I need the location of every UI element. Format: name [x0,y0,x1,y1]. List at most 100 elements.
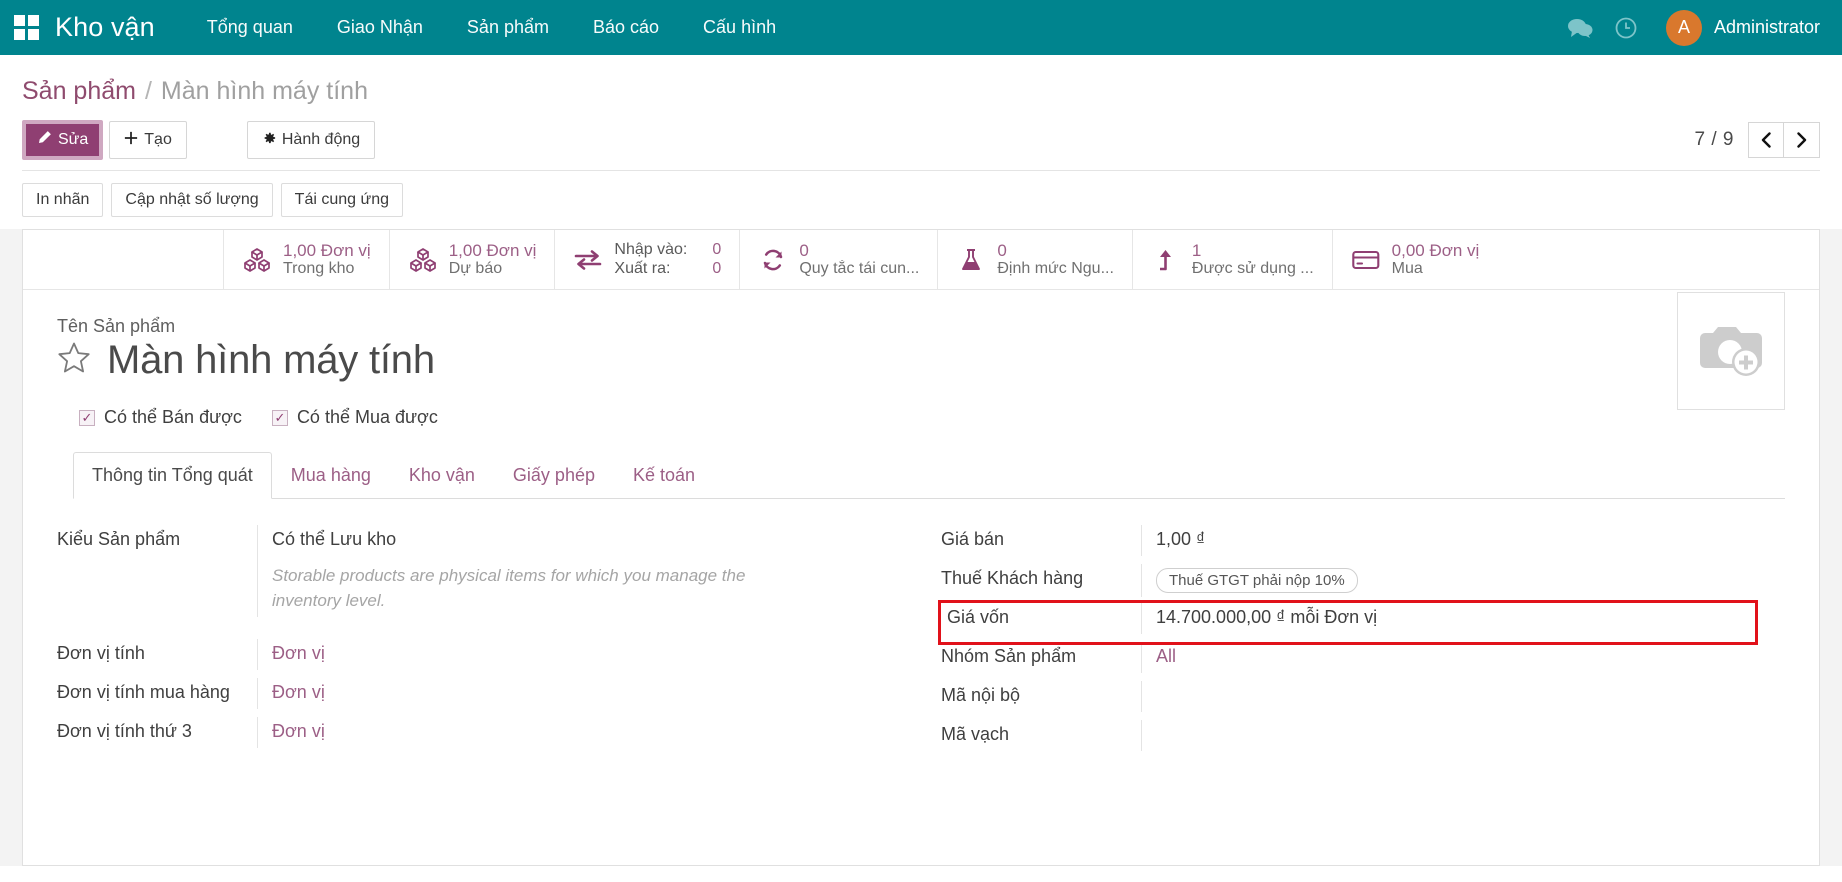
field-label: Đơn vị tính mua hàng [57,678,257,703]
stat-label: Được sử dụng ... [1192,260,1314,278]
checkbox-can-be-sold[interactable]: ✓ Có thể Bán được [79,407,242,428]
stat-value: 0 [997,241,1114,260]
credit-card-icon [1351,249,1381,271]
product-flags: ✓ Có thể Bán được ✓ Có thể Mua được [79,407,1785,428]
boxes-icon [242,248,272,272]
breadcrumb-current: Màn hình máy tính [161,77,368,106]
exchange-arrows-icon [573,248,603,272]
update-quantity-button[interactable]: Cập nhật số lượng [111,183,272,217]
field-label: Giá bán [941,525,1141,550]
tab-licenses[interactable]: Giấy phép [494,452,614,499]
chat-bubble-icon[interactable] [1560,8,1600,48]
menu-item-reporting[interactable]: Báo cáo [571,1,681,54]
tab-accounting[interactable]: Kế toán [614,452,714,499]
stat-button-purchased[interactable]: 0,00 Đơn vị Mua [1332,230,1498,289]
stat-value: 0,00 Đơn vị [1392,241,1480,260]
right-column: Giá bán 1,00 ₫ Thuế Khách hàng Thuế GTGT… [921,525,1785,759]
field-label: Thuế Khách hàng [941,564,1141,589]
pager-buttons [1748,122,1820,158]
left-column: Kiểu Sản phẩm Có thể Lưu kho Storable pr… [57,525,921,759]
field-label: Mã vạch [941,720,1141,745]
field-customer-taxes: Thuế Khách hàng Thuế GTGT phải nộp 10% [941,564,1755,603]
plus-icon [124,131,138,150]
menu-item-configuration[interactable]: Cấu hình [681,1,798,54]
stat-button-reordering-rules[interactable]: 0 Quy tắc tái cun... [739,230,937,289]
breadcrumb-root[interactable]: Sản phẩm [22,77,136,106]
gear-icon [262,131,276,150]
action-button[interactable]: Hành động [247,121,375,159]
product-type-value: Có thể Lưu kho [272,529,891,550]
field-value[interactable]: Đơn vị [257,717,891,748]
replenish-button[interactable]: Tái cung ứng [281,183,403,217]
stat-value: 0 [799,241,919,260]
tab-general-information[interactable]: Thông tin Tổng quát [73,452,272,499]
camera-add-icon [1694,317,1768,386]
flask-icon [956,248,986,272]
field-third-uom: Đơn vị tính thứ 3 Đơn vị [57,717,891,756]
field-value[interactable]: All [1141,642,1755,673]
pager-counter: 7 / 9 [1695,129,1734,151]
checkbox-can-be-purchased[interactable]: ✓ Có thể Mua được [272,407,438,428]
field-columns: Kiểu Sản phẩm Có thể Lưu kho Storable pr… [57,499,1785,759]
edit-button[interactable]: Sửa [22,120,103,160]
field-value[interactable]: Đơn vị [257,639,891,670]
stat-in-value: 0 [712,241,721,259]
create-button[interactable]: Tạo [109,121,187,159]
main-menu: Tổng quan Giao Nhận Sản phẩm Báo cáo Cấu… [185,1,798,54]
field-value[interactable]: 1,00 ₫ [1141,525,1755,556]
tax-badge: Thuế GTGT phải nộp 10% [1156,568,1358,593]
field-value[interactable]: Thuế GTGT phải nộp 10% [1141,564,1755,597]
field-value[interactable] [1141,720,1755,751]
field-uom: Đơn vị tính Đơn vị [57,639,891,678]
pager-previous-button[interactable] [1748,122,1784,158]
menu-item-products[interactable]: Sản phẩm [445,1,571,54]
field-cost: Giá vốn 14.700.000,00 ₫ mỗi Đơn vị [941,603,1755,642]
field-value[interactable]: Đơn vị [257,678,891,709]
star-outline-icon[interactable] [57,341,91,380]
stat-button-in-out[interactable]: Nhập vào: 0 Xuất ra: 0 [554,230,739,289]
apps-grid-icon[interactable] [14,15,39,40]
stat-line-in: Nhập vào: 0 [614,241,721,259]
stat-value: 1 [1192,241,1314,260]
stat-label: Định mức Ngu... [997,260,1114,278]
app-brand-title[interactable]: Kho vận [55,12,155,43]
tab-purchase[interactable]: Mua hàng [272,452,390,499]
form-tabs: Thông tin Tổng quát Mua hàng Kho vận Giấ… [73,452,1785,499]
stat-label: Trong kho [283,260,371,278]
field-sales-price: Giá bán 1,00 ₫ [941,525,1755,564]
user-name-label: Administrator [1714,17,1820,38]
product-type-help: Storable products are physical items for… [272,564,752,613]
pager: 7 / 9 [1695,116,1820,164]
field-internal-reference: Mã nội bộ [941,681,1755,720]
stat-value: 1,00 Đơn vị [283,241,371,260]
stat-label: Quy tắc tái cun... [799,260,919,278]
clock-icon[interactable] [1606,8,1646,48]
stat-button-used-in[interactable]: 1 Được sử dụng ... [1132,230,1332,289]
stat-out-label: Xuất ra: [614,260,700,278]
pencil-icon [37,130,52,150]
stat-value: 1,00 Đơn vị [449,241,537,260]
refresh-icon [758,248,788,272]
pager-next-button[interactable] [1784,122,1820,158]
field-product-type: Kiểu Sản phẩm Có thể Lưu kho Storable pr… [57,525,891,617]
tab-inventory[interactable]: Kho vận [390,452,494,499]
product-image-placeholder[interactable] [1677,292,1785,410]
stat-line-out: Xuất ra: 0 [614,260,721,278]
field-value[interactable] [1141,681,1755,712]
field-value[interactable]: Có thể Lưu kho Storable products are phy… [257,525,891,617]
form-sheet-background: 1,00 Đơn vị Trong kho 1,00 Đ [0,229,1842,866]
menu-item-overview[interactable]: Tổng quan [185,1,315,54]
stat-button-row: 1,00 Đơn vị Trong kho 1,00 Đ [23,230,1819,290]
print-label-button[interactable]: In nhãn [22,183,103,217]
stat-button-on-hand[interactable]: 1,00 Đơn vị Trong kho [223,230,389,289]
stat-button-forecasted[interactable]: 1,00 Đơn vị Dự báo [389,230,555,289]
menu-item-transfers[interactable]: Giao Nhận [315,1,445,54]
field-value[interactable]: 14.700.000,00 ₫ mỗi Đơn vị [1141,603,1755,634]
product-title-row: Màn hình máy tính [57,338,1785,383]
secondary-button-row: In nhãn Cập nhật số lượng Tái cung ứng [0,171,1842,229]
user-menu[interactable]: A Administrator [1666,10,1820,46]
arrow-up-turn-icon [1151,248,1181,272]
field-label: Đơn vị tính thứ 3 [57,717,257,742]
boxes-icon [408,248,438,272]
stat-button-bom[interactable]: 0 Định mức Ngu... [937,230,1132,289]
